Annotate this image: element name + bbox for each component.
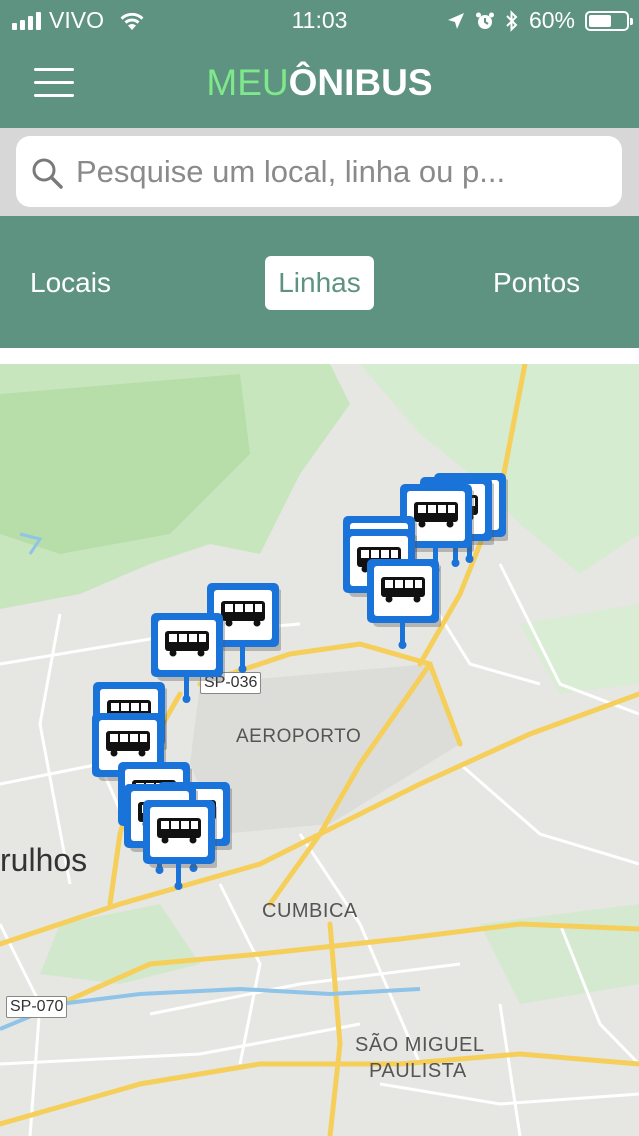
- bus-stop-icon: [143, 800, 219, 890]
- battery-percent: 60%: [528, 7, 575, 33]
- tab-linhas[interactable]: Linhas: [265, 256, 374, 310]
- road-badge-sp070: SP-070: [6, 996, 68, 1018]
- map-label-aeroporto: AEROPORTO: [236, 726, 362, 747]
- map-label-cumbica: CUMBICA: [262, 900, 358, 922]
- map-label-guarulhos: rulhos: [0, 842, 88, 878]
- app-header: MEUÔNIBUS: [0, 42, 639, 128]
- bus-stop-marker[interactable]: [367, 559, 443, 649]
- tab-pontos[interactable]: Pontos: [493, 256, 580, 310]
- divider: [0, 348, 639, 364]
- bus-stop-marker[interactable]: [143, 800, 219, 890]
- map-label-paulista: PAULISTA: [369, 1060, 467, 1082]
- tab-bar: Locais Linhas Pontos: [0, 216, 639, 348]
- tab-locais[interactable]: Locais: [30, 256, 111, 310]
- bus-stop-icon: [367, 559, 443, 649]
- alarm-icon: [475, 12, 494, 29]
- bluetooth-icon: [506, 9, 518, 32]
- map-label-sao-miguel: SÃO MIGUEL: [355, 1034, 485, 1056]
- battery-icon: [585, 10, 633, 31]
- map-view[interactable]: AEROPORTO CUMBICA SÃO MIGUEL PAULISTA ru…: [0, 364, 639, 1136]
- app-logo: MEUÔNIBUS: [206, 62, 433, 103]
- location-icon: [447, 12, 464, 29]
- search-input[interactable]: [74, 150, 608, 194]
- search-icon: [32, 158, 63, 189]
- search-area: [0, 128, 639, 216]
- status-bar: VIVO 11:03 60%: [0, 0, 639, 42]
- search-box[interactable]: [16, 136, 622, 207]
